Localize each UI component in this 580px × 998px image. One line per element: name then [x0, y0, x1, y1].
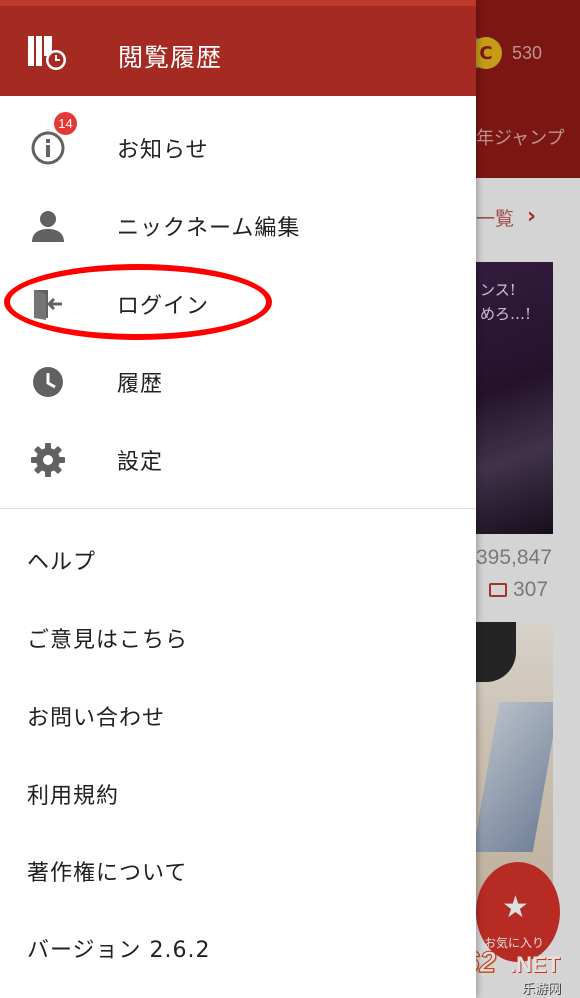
- notification-badge: 14: [52, 110, 79, 137]
- menu-item-help[interactable]: ヘルプ: [0, 520, 476, 598]
- drawer-title: 閲覧履歴: [118, 43, 223, 72]
- drawer-header[interactable]: 閲覧履歴: [0, 0, 476, 96]
- menu-item-label: 利用規約: [27, 784, 120, 809]
- menu-item-label: ログイン: [117, 294, 210, 319]
- menu-item-label: お問い合わせ: [27, 706, 166, 731]
- menu-item-label: ご意見はこちら: [27, 628, 189, 653]
- version-label: バージョン 2.6.2: [27, 938, 211, 963]
- menu-item-version: バージョン 2.6.2: [0, 908, 476, 986]
- navigation-drawer: 閲覧履歴 お知らせ 14 ニックネーム編集 ログイン 履歴 設定 ヘルプ ご意見…: [0, 0, 476, 998]
- menu-item-edit-nickname[interactable]: ニックネーム編集: [0, 186, 476, 264]
- menu-item-history[interactable]: 履歴: [0, 342, 476, 420]
- reading-history-icon: [28, 36, 66, 70]
- menu-item-label: 著作権について: [27, 861, 188, 886]
- menu-item-terms[interactable]: 利用規約: [0, 754, 476, 832]
- menu-item-label: ニックネーム編集: [117, 216, 301, 241]
- menu-item-contact[interactable]: お問い合わせ: [0, 676, 476, 754]
- menu-item-label: 履歴: [117, 372, 164, 397]
- menu-item-feedback[interactable]: ご意見はこちら: [0, 598, 476, 676]
- login-icon: [34, 290, 62, 320]
- drawer-divider: [0, 508, 476, 509]
- person-icon: [32, 211, 64, 242]
- menu-item-label: お知らせ: [117, 138, 209, 163]
- menu-item-settings[interactable]: 設定: [0, 420, 476, 498]
- menu-item-label: ヘルプ: [27, 550, 97, 575]
- menu-item-label: 設定: [117, 450, 164, 475]
- gear-icon: [31, 443, 65, 477]
- clock-icon: [33, 367, 63, 397]
- menu-item-login[interactable]: ログイン: [0, 264, 476, 342]
- menu-item-copyright[interactable]: 著作権について: [0, 831, 476, 909]
